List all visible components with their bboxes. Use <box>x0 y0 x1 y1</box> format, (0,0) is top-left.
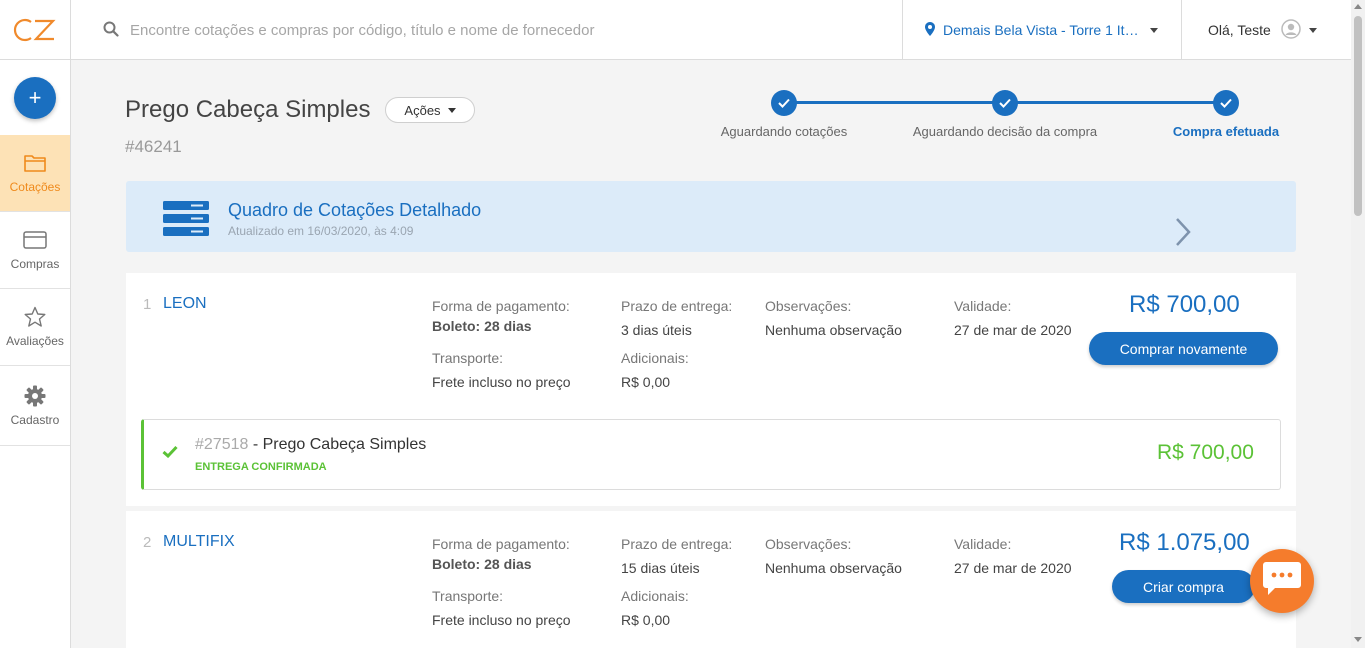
extras-label: Adicionais: <box>621 588 689 604</box>
chat-button[interactable] <box>1250 549 1314 613</box>
step-check-icon <box>771 90 797 116</box>
validity-label: Validade: <box>954 536 1012 552</box>
item-code: #27518 <box>195 436 249 453</box>
create-purchase-button[interactable]: Criar compra <box>1112 570 1255 603</box>
item-name: Prego Cabeça Simples <box>262 436 427 453</box>
extras-value: R$ 0,00 <box>621 612 671 628</box>
user-menu[interactable]: Olá, Teste <box>1208 0 1317 60</box>
sidebar-item-label: Avaliações <box>6 334 64 348</box>
detailed-quotes-banner[interactable]: Quadro de Cotações Detalhado Atualizado … <box>126 181 1296 252</box>
top-bar: Demais Bela Vista - Torre 1 Itaim Olá, T… <box>0 0 1365 60</box>
step-label-current: Compra efetuada <box>1172 124 1280 139</box>
sidebar-item-compras[interactable]: Compras <box>0 212 70 289</box>
supplier-name-link[interactable]: MULTIFIX <box>163 533 235 551</box>
extras-value: R$ 0,00 <box>621 374 671 390</box>
user-greeting: Olá, Teste <box>1208 22 1271 38</box>
supplier-name-link[interactable]: LEON <box>163 295 207 313</box>
actions-dropdown-button[interactable]: Ações <box>385 97 475 123</box>
step-label: Aguardando decisão da compra <box>912 124 1098 139</box>
offer-index: 1 <box>143 296 152 313</box>
logo-icon <box>13 18 56 42</box>
delivery-value: 15 dias úteis <box>621 560 700 576</box>
offer-card: 1 LEON Forma de pagamento: Boleto: 28 di… <box>126 273 1296 506</box>
search-icon <box>103 21 119 42</box>
banner-subtitle: Atualizado em 16/03/2020, às 4:09 <box>228 224 414 238</box>
map-pin-icon <box>925 21 935 39</box>
order-item[interactable]: #27518 - Prego Cabeça Simples ENTREGA CO… <box>141 419 1281 490</box>
offer-card: 2 MULTIFIX Forma de pagamento: Boleto: 2… <box>126 511 1296 648</box>
notes-label: Observações: <box>765 536 852 552</box>
step-check-icon <box>1213 90 1239 116</box>
validity-value: 27 de mar de 2020 <box>954 322 1072 338</box>
chevron-right-icon <box>1175 217 1191 252</box>
sidebar-item-label: Cotações <box>9 180 61 194</box>
notes-value: Nenhuma observação <box>765 322 902 338</box>
delivery-label: Prazo de entrega: <box>621 536 733 552</box>
search-input[interactable] <box>130 17 830 43</box>
card-icon <box>23 229 47 251</box>
notes-label: Observações: <box>765 298 852 314</box>
app-logo[interactable] <box>0 0 71 60</box>
offer-index: 2 <box>143 534 152 551</box>
scroll-up-icon[interactable] <box>1354 4 1362 9</box>
buy-again-button[interactable]: Comprar novamente <box>1089 332 1278 365</box>
item-separator: - <box>248 436 263 453</box>
gear-icon <box>24 385 46 407</box>
delivery-label: Prazo de entrega: <box>621 298 733 314</box>
star-icon <box>24 306 46 328</box>
sidebar-item-cadastro[interactable]: Cadastro <box>0 366 70 446</box>
folder-icon <box>24 152 46 174</box>
sidebar: + Cotações Compras Avaliações Cadastro <box>0 60 71 648</box>
payment-value: Boleto: 28 dias <box>432 556 532 572</box>
payment-label: Forma de pagamento: <box>432 536 570 552</box>
validity-label: Validade: <box>954 298 1012 314</box>
delivery-value: 3 dias úteis <box>621 322 692 338</box>
validity-value: 27 de mar de 2020 <box>954 560 1072 576</box>
page-scrollbar[interactable] <box>1351 0 1365 648</box>
offer-price: R$ 1.075,00 <box>1119 529 1250 556</box>
chat-bubble-icon <box>1261 560 1303 603</box>
chevron-down-icon <box>1150 27 1158 33</box>
actions-label: Ações <box>404 102 441 118</box>
quote-code: #46241 <box>125 137 182 156</box>
step-check-icon <box>992 90 1018 116</box>
location-label: Demais Bela Vista - Torre 1 Itaim <box>943 22 1140 38</box>
avatar-icon <box>1281 18 1301 42</box>
new-quote-button[interactable]: + <box>14 77 56 119</box>
payment-label: Forma de pagamento: <box>432 298 570 314</box>
chevron-down-icon <box>1308 27 1317 33</box>
step-label: Aguardando cotações <box>720 124 848 139</box>
check-icon <box>162 445 178 463</box>
page-title: Prego Cabeça Simples <box>125 96 371 123</box>
location-selector[interactable]: Demais Bela Vista - Torre 1 Itaim <box>902 0 1182 60</box>
notes-value: Nenhuma observação <box>765 560 902 576</box>
item-price: R$ 700,00 <box>1157 441 1254 464</box>
transport-value: Frete incluso no preço <box>432 374 571 390</box>
banner-title: Quadro de Cotações Detalhado <box>228 200 482 220</box>
transport-value: Frete incluso no preço <box>432 612 571 628</box>
chevron-down-icon <box>447 107 456 113</box>
status-badge: ENTREGA CONFIRMADA <box>195 461 327 473</box>
scroll-down-icon[interactable] <box>1354 637 1362 642</box>
server-list-icon <box>163 201 209 242</box>
sidebar-item-label: Cadastro <box>10 412 60 427</box>
payment-value: Boleto: 28 dias <box>432 318 532 334</box>
transport-label: Transporte: <box>432 350 504 366</box>
transport-label: Transporte: <box>432 588 504 604</box>
sidebar-item-label: Compras <box>10 257 60 271</box>
sidebar-item-avaliacoes[interactable]: Avaliações <box>0 289 70 366</box>
offer-price: R$ 700,00 <box>1129 291 1240 318</box>
item-code-line: #27518 - Prego Cabeça Simples <box>195 436 426 454</box>
extras-label: Adicionais: <box>621 350 689 366</box>
sidebar-item-cotacoes[interactable]: Cotações <box>0 135 70 212</box>
scroll-thumb[interactable] <box>1354 16 1362 216</box>
